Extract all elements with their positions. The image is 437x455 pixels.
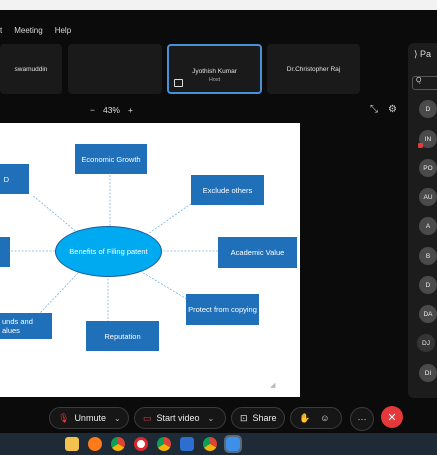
menu-item-meeting[interactable]: Meeting <box>14 26 42 42</box>
share-button[interactable]: ⊡ Share <box>231 407 285 429</box>
menu-bar: t Meeting Help <box>0 26 71 42</box>
participant-name: Dr.Christopher Raj <box>286 66 341 73</box>
participant-avatar[interactable]: D <box>419 100 437 118</box>
menu-item-view[interactable]: t <box>0 26 2 42</box>
node-protect-from-copying: Protect from copying <box>186 294 259 325</box>
participant-avatar[interactable]: DA <box>419 305 437 323</box>
mic-off-icon: 🎙︎ <box>58 412 70 423</box>
unmute-label: Unmute <box>74 413 106 423</box>
unmute-button[interactable]: 🎙︎ Unmute ⌄ <box>49 407 129 429</box>
opera-icon[interactable] <box>134 437 148 451</box>
app-icon[interactable] <box>180 437 194 451</box>
menu-item-help[interactable]: Help <box>55 26 71 42</box>
chrome-icon-3[interactable] <box>203 437 217 451</box>
share-label: Share <box>252 413 277 423</box>
meeting-toolbar: 🎙︎ Unmute ⌄ ▭ Start video ⌄ ⊡ Share ✋ ☺ … <box>0 401 437 431</box>
firefox-icon[interactable] <box>88 437 102 451</box>
participant-tile[interactable]: Dr.Christopher Raj <box>267 44 360 94</box>
zoom-level: 43% <box>102 105 120 115</box>
chrome-icon[interactable] <box>111 437 125 451</box>
node-left-top: D <box>0 164 29 194</box>
node-reputation: Reputation <box>86 321 159 351</box>
participant-tile[interactable] <box>68 44 162 94</box>
node-academic-value: Academic Value <box>218 237 297 268</box>
window-top-strip <box>0 0 437 10</box>
slide-icon: ◢ <box>270 382 276 389</box>
chevron-down-icon: ⌄ <box>113 413 121 423</box>
more-options-button[interactable]: ··· <box>350 407 374 431</box>
view-tools: ⤡ ⚙ <box>370 104 397 115</box>
start-video-label: Start video <box>156 413 200 423</box>
file-explorer-icon[interactable] <box>65 437 79 451</box>
participant-name: Jyothish Kumar <box>192 68 237 75</box>
panel-header: ⟩ Pa <box>414 49 432 59</box>
chevron-down-icon: ⌄ <box>207 413 215 423</box>
participant-avatar[interactable]: IN <box>418 130 437 148</box>
annotate-icon[interactable]: ⤡ <box>370 104 378 115</box>
muted-icon <box>418 143 423 148</box>
zoom-out-button[interactable]: − <box>90 105 95 115</box>
node-economic-growth: Economic Growth <box>75 144 147 174</box>
participant-avatar[interactable]: AU <box>419 188 437 206</box>
participant-name: swamuddin <box>14 66 48 73</box>
node-rewards: unds and alues <box>0 313 52 339</box>
os-taskbar <box>0 433 437 455</box>
participant-tile[interactable]: swamuddin <box>0 44 62 94</box>
settings-icon[interactable]: ⚙ <box>388 104 397 115</box>
start-video-button[interactable]: ▭ Start video ⌄ <box>134 407 226 429</box>
reactions-group: ✋ ☺ <box>290 407 342 429</box>
participant-avatar[interactable]: DI <box>419 364 437 382</box>
share-icon: ⊡ <box>240 412 248 423</box>
raise-hand-icon[interactable]: ✋ <box>299 413 310 424</box>
zoom-controls: − 43% + <box>90 105 133 115</box>
node-left-middle <box>0 237 10 267</box>
chrome-icon-2[interactable] <box>157 437 171 451</box>
participant-avatar[interactable]: A <box>419 217 437 235</box>
participant-avatar[interactable]: B <box>419 247 437 265</box>
leave-meeting-button[interactable]: ✕ <box>381 406 403 428</box>
active-speaker-tile[interactable]: Jyothish Kumar Host <box>167 44 262 94</box>
central-topic: Benefits of Filing patent <box>55 226 162 277</box>
zoom-in-button[interactable]: + <box>128 105 133 115</box>
participants-panel: ⟩ Pa Q D IN PO AU A B D DA DJ DI <box>408 43 437 398</box>
screen-share-icon <box>174 79 183 87</box>
node-exclude-others: Exclude others <box>191 175 264 205</box>
webex-icon[interactable] <box>224 435 242 453</box>
participant-avatar[interactable]: DJ <box>417 334 435 352</box>
emoji-icon[interactable]: ☺ <box>320 413 329 423</box>
shared-screen: D Economic Growth Exclude others Academi… <box>0 123 300 397</box>
participant-avatar[interactable]: D <box>419 276 437 294</box>
participant-avatar[interactable]: PO <box>419 159 437 177</box>
video-off-icon: ▭ <box>143 412 152 423</box>
participant-search-input[interactable]: Q <box>412 76 437 90</box>
